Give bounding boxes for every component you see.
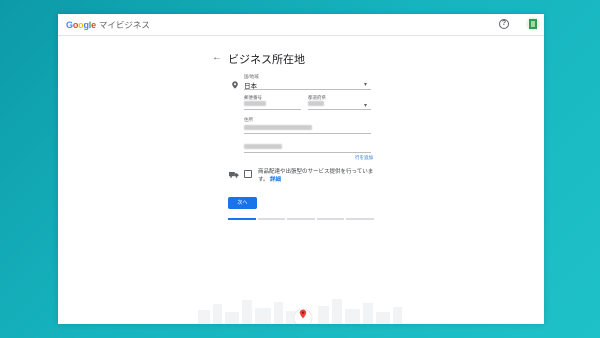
product-name: マイビジネス [98, 19, 150, 30]
help-icon[interactable]: ? [499, 19, 509, 29]
address-line-1-input[interactable] [244, 125, 312, 130]
progress-step [316, 218, 345, 220]
chevron-down-icon[interactable]: ▾ [364, 81, 367, 88]
progress-bar [228, 218, 374, 220]
page-title: ビジネス所在地 [228, 54, 305, 66]
progress-step [228, 218, 256, 220]
logo-letter: G [66, 19, 73, 30]
google-logo[interactable]: Google [66, 20, 96, 30]
country-underline [244, 89, 371, 90]
browser-window: Google マイビジネス ? ← ビジネス所在地 国/地域 日本 ▾ 郵便番号… [58, 14, 544, 324]
progress-step [346, 218, 374, 220]
progress-step [287, 218, 315, 220]
logo-letter: e [91, 19, 96, 30]
address-label: 住所 [244, 117, 253, 122]
prefecture-select[interactable] [308, 101, 324, 106]
next-button[interactable]: 次へ [228, 197, 257, 209]
address-underline-2 [244, 152, 371, 153]
add-line-link[interactable]: 行を追加 [355, 155, 373, 161]
city-skyline-illustration [198, 299, 402, 324]
progress-step [257, 218, 286, 220]
truck-icon [229, 172, 239, 178]
delivery-checkbox[interactable] [244, 170, 252, 178]
chevron-down-icon[interactable]: ▾ [364, 102, 367, 109]
avatar-shape [531, 21, 535, 27]
map-pin-icon [299, 309, 307, 319]
postal-underline [244, 109, 301, 110]
detail-link[interactable]: 詳細 [270, 177, 281, 183]
back-arrow-icon[interactable]: ← [212, 52, 222, 63]
location-pin-icon [232, 81, 238, 89]
delivery-description: 商品配達や出張型のサービス提供を行っています。 詳細 [258, 168, 378, 184]
postal-code-input[interactable] [244, 101, 266, 106]
app-header: Google マイビジネス ? [58, 14, 544, 36]
address-line-2-input[interactable] [244, 144, 282, 149]
avatar[interactable] [526, 17, 540, 31]
prefecture-underline [308, 109, 371, 110]
address-underline [244, 133, 371, 134]
